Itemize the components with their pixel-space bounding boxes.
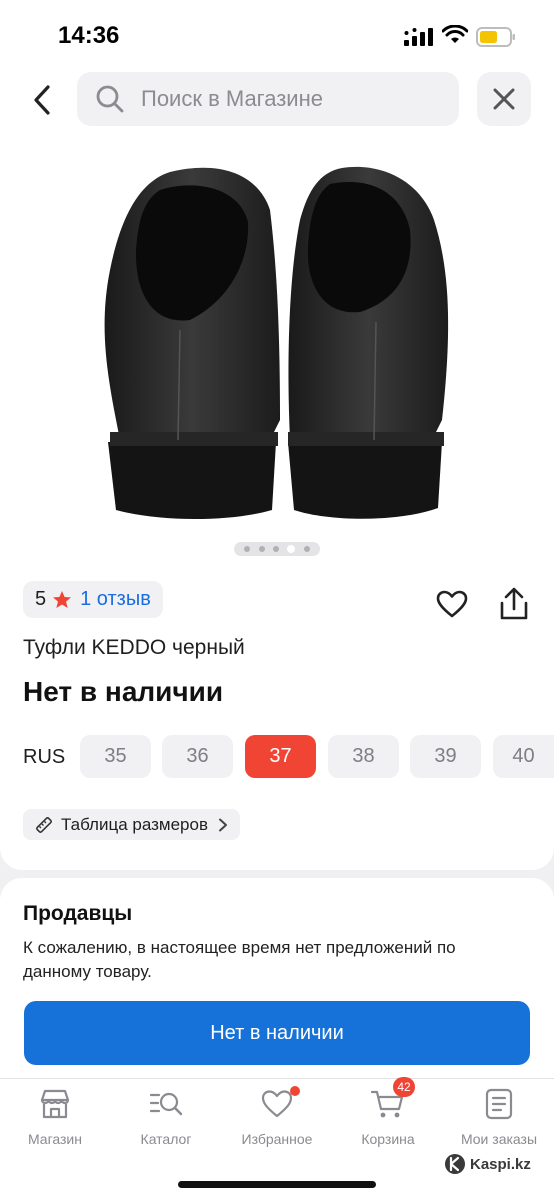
tab-shop[interactable]: Магазин — [0, 1087, 110, 1151]
header — [0, 66, 554, 136]
orders-icon — [485, 1088, 513, 1120]
kaspi-logo-icon — [445, 1154, 465, 1174]
availability-status: Нет в наличии — [23, 676, 224, 707]
tab-label: Избранное — [241, 1131, 313, 1147]
pagination-dot[interactable] — [272, 546, 279, 552]
sellers-title: Продавцы — [23, 902, 133, 925]
size-option[interactable]: 38 — [328, 735, 399, 778]
status-bar: 14:36 — [0, 0, 554, 66]
wifi-icon — [442, 25, 468, 43]
close-icon — [493, 88, 515, 110]
gallery-pagination — [234, 542, 320, 556]
tab-label: Магазин — [27, 1131, 82, 1147]
sellers-section: Продавцы К сожалению, в настоящее время … — [0, 878, 554, 1078]
catalog-search-icon — [149, 1092, 183, 1116]
heart-icon — [436, 590, 468, 618]
sellers-message: К сожалению, в настоящее время нет предл… — [23, 938, 456, 981]
tab-catalog[interactable]: Каталог — [111, 1087, 221, 1151]
size-option[interactable]: 35 — [80, 735, 151, 778]
tab-label: Корзина — [361, 1131, 415, 1147]
share-icon — [500, 587, 528, 620]
tab-label: Каталог — [140, 1131, 192, 1147]
search-bar[interactable] — [77, 72, 459, 126]
share-button[interactable] — [494, 582, 534, 626]
size-option[interactable]: 36 — [162, 735, 233, 778]
close-button[interactable] — [477, 72, 531, 126]
search-icon — [96, 85, 124, 113]
pagination-dot-active[interactable] — [287, 545, 296, 553]
kaspi-watermark: Kaspi.kz — [444, 1153, 531, 1175]
product-image[interactable] — [80, 150, 474, 534]
tab-cart[interactable]: 42 Корзина — [333, 1077, 443, 1151]
cellular-signal-icon — [404, 28, 433, 46]
favorite-button[interactable] — [432, 584, 472, 624]
size-table-label: Таблица размеров — [61, 814, 208, 834]
product-title: Туфли KEDDO черный — [23, 636, 245, 659]
heart-icon — [261, 1090, 293, 1118]
status-time: 14:36 — [58, 22, 120, 49]
chevron-right-icon — [218, 818, 227, 831]
pagination-dot[interactable] — [258, 546, 265, 552]
tab-favorites[interactable]: Избранное — [222, 1086, 332, 1151]
size-option[interactable]: 39 — [410, 735, 481, 778]
size-system-label: RUS — [23, 746, 66, 768]
size-option[interactable]: 40 — [493, 735, 554, 778]
battery-icon — [476, 27, 515, 47]
size-option-selected[interactable]: 37 — [245, 735, 316, 778]
cart-icon-wrap: 42 — [370, 1077, 415, 1121]
back-button[interactable] — [20, 78, 64, 122]
search-input[interactable] — [141, 86, 431, 112]
notification-dot — [290, 1086, 300, 1096]
rating-value: 5 — [35, 588, 47, 610]
reviews-link[interactable]: 1 отзыв — [80, 588, 151, 611]
home-indicator — [178, 1181, 376, 1188]
ruler-icon — [36, 816, 52, 833]
size-table-button[interactable]: Таблица размеров — [23, 809, 240, 840]
heart-icon-wrap — [260, 1086, 300, 1121]
watermark-text: Kaspi.kz — [470, 1155, 531, 1173]
star-icon — [53, 590, 72, 608]
cart-count-badge: 42 — [393, 1077, 415, 1097]
tab-label: Мои заказы — [460, 1131, 538, 1147]
product-card: 5 1 отзыв Туфли KEDDO черный Нет в налич… — [0, 136, 554, 870]
chevron-left-icon — [34, 85, 50, 115]
pagination-dot[interactable] — [303, 546, 310, 552]
out-of-stock-button[interactable]: Нет в наличии — [24, 1001, 530, 1065]
pagination-dot[interactable] — [244, 546, 251, 552]
shop-icon — [40, 1089, 70, 1119]
rating-badge[interactable]: 5 1 отзыв — [23, 581, 163, 618]
tab-orders[interactable]: Мои заказы — [444, 1087, 554, 1151]
